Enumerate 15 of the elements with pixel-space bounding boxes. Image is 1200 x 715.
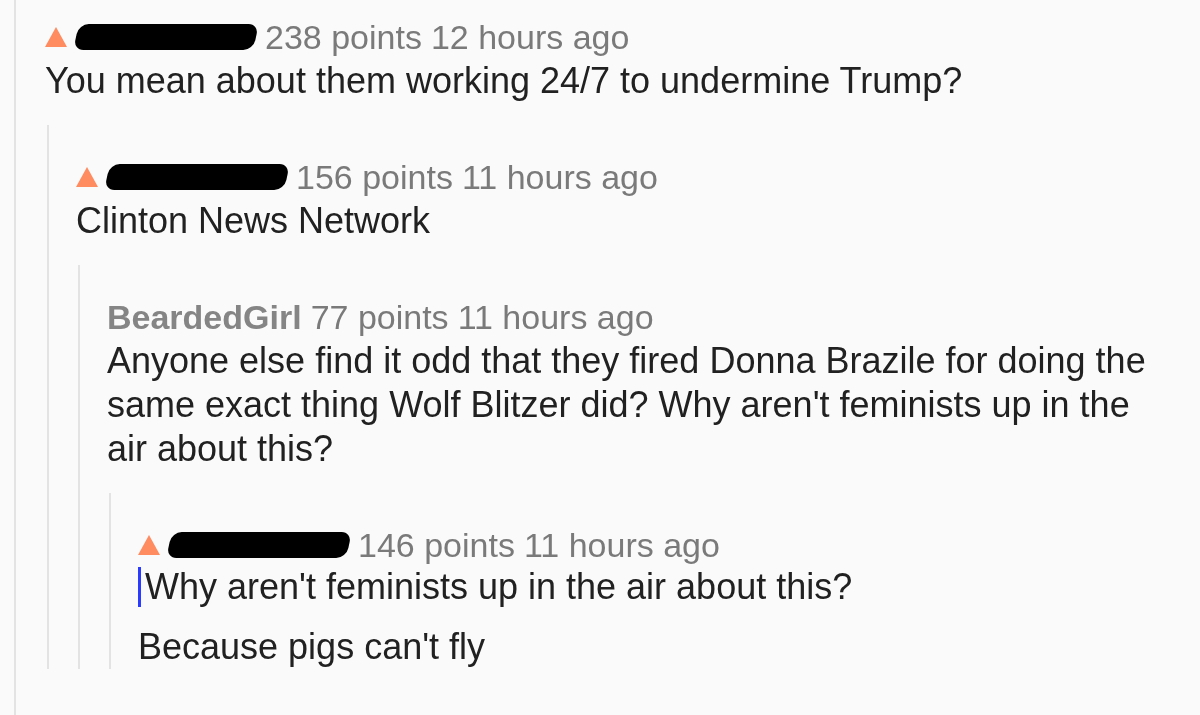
comment-text: Clinton News Network [76,199,432,243]
timestamp: 11 hours ago [457,296,654,338]
upvote-arrow-icon[interactable] [76,167,98,187]
timestamp: 11 hours ago [461,156,658,198]
comment-text: You mean about them working 24/7 to undermine Trump? [45,59,964,103]
timestamp: 12 hours ago [430,16,630,58]
points-count: 238 points [265,16,422,58]
upvote-arrow-icon[interactable] [45,27,67,47]
comment-text: Because pigs can't fly [138,625,487,669]
points-count: 146 points [358,524,515,566]
timestamp: 11 hours ago [523,524,720,566]
points-count: 156 points [296,156,453,198]
upvote-arrow-icon[interactable] [138,535,160,555]
quoted-text: Why aren't feminists up in the air about this? [138,567,1200,607]
points-count: 77 points [310,296,449,338]
